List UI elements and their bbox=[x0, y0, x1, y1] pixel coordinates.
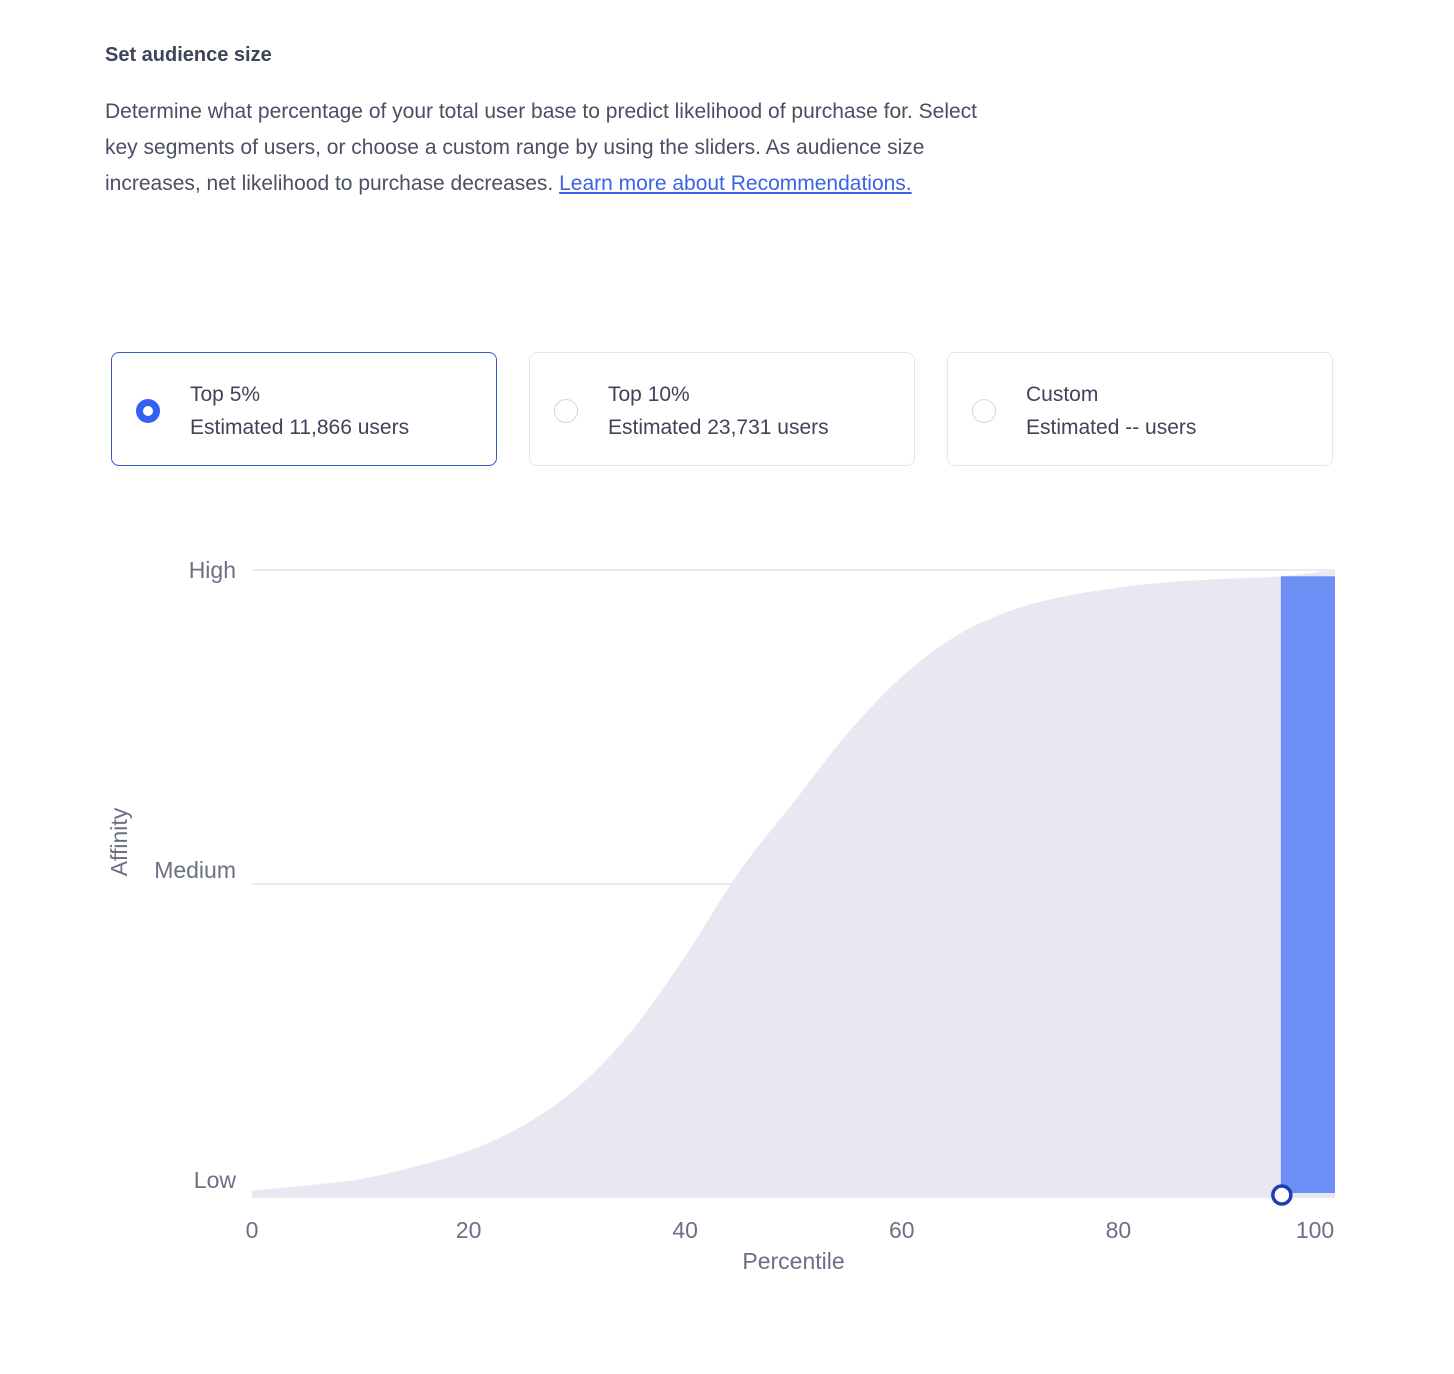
y-tick-label: High bbox=[189, 557, 236, 583]
range-slider-handle[interactable] bbox=[1271, 1184, 1293, 1206]
x-axis-ticks: 0 20 40 60 80 100 bbox=[246, 1217, 1335, 1243]
y-axis-title: Affinity bbox=[106, 807, 132, 876]
y-axis-ticks: Low Medium High bbox=[154, 557, 236, 1193]
affinity-chart: 0 20 40 60 80 100 Low Medium High Percentile Af… bbox=[106, 557, 1335, 1274]
x-tick-label: 0 bbox=[246, 1217, 259, 1243]
x-tick-label: 100 bbox=[1296, 1217, 1334, 1243]
x-axis-title: Percentile bbox=[742, 1248, 844, 1274]
selection-range bbox=[1280, 576, 1335, 1193]
x-tick-label: 40 bbox=[672, 1217, 698, 1243]
x-tick-label: 20 bbox=[456, 1217, 482, 1243]
y-tick-label: Medium bbox=[154, 857, 236, 883]
y-tick-label: Low bbox=[194, 1167, 237, 1193]
x-tick-label: 60 bbox=[889, 1217, 915, 1243]
x-tick-label: 80 bbox=[1106, 1217, 1132, 1243]
